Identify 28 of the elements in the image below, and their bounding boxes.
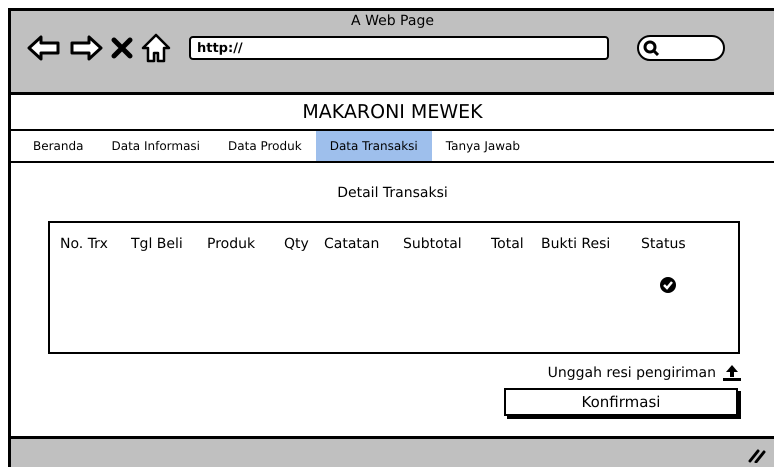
close-icon[interactable]: [111, 37, 133, 59]
column-header: Total: [491, 236, 524, 252]
column-header: Bukti Resi: [541, 236, 610, 252]
column-header: No. Trx: [60, 236, 108, 252]
forward-icon[interactable]: [69, 34, 103, 62]
upload-label[interactable]: Unggah resi pengiriman: [548, 365, 716, 381]
window-title: A Web Page: [351, 13, 434, 29]
search-icon: [643, 40, 659, 56]
column-header: Subtotal: [403, 236, 462, 252]
resize-grip-icon[interactable]: [748, 447, 766, 463]
nav-tab[interactable]: Tanya Jawab: [432, 131, 534, 161]
site-title: MAKARONI MEWEK: [302, 101, 483, 123]
column-header: Catatan: [324, 236, 380, 252]
home-icon[interactable]: [141, 33, 171, 63]
column-header: Produk: [207, 236, 256, 252]
nav-tab[interactable]: Data Informasi: [97, 131, 214, 161]
nav-tab[interactable]: Beranda: [19, 131, 98, 161]
nav-tab[interactable]: Data Transaksi: [316, 131, 432, 161]
confirm-button[interactable]: Konfirmasi: [504, 388, 738, 416]
back-icon[interactable]: [27, 34, 61, 62]
address-field[interactable]: http://: [189, 36, 609, 60]
upload-icon[interactable]: [722, 364, 742, 382]
nav-tab[interactable]: Data Produk: [214, 131, 316, 161]
column-header: Tgl Beli: [131, 236, 183, 252]
search-field[interactable]: [637, 35, 725, 61]
page-heading: Detail Transaksi: [337, 185, 448, 201]
column-header: Qty: [284, 236, 309, 252]
column-header: Status: [641, 236, 686, 252]
